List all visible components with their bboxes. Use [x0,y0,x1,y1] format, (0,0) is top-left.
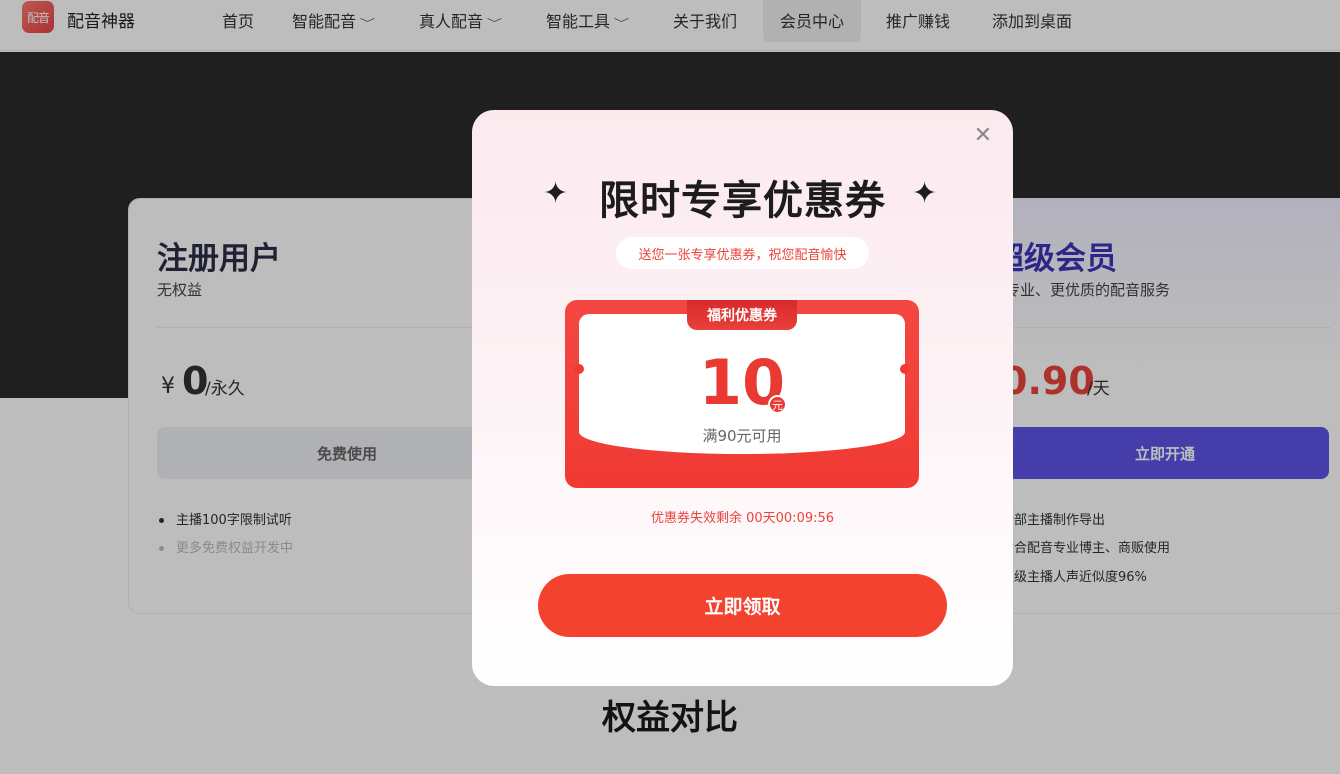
coupon-countdown: 优惠券失效剩余 00天00:09:56 [650,511,835,526]
claim-coupon-button[interactable]: 立即领取 [538,574,947,637]
coupon-tag: 福利优惠券 [687,300,797,330]
coupon-amount: 10 [698,346,786,419]
coupon-currency-badge: 元 [768,395,787,414]
coupon-modal: ✕ ✦ 限时专享优惠券 ✦ 送您一张专享优惠券，祝您配音愉快 福利优惠券 10 … [472,110,1013,686]
coupon-card: 福利优惠券 10 元 满90元可用 [565,300,919,488]
modal-subtitle: 送您一张专享优惠券，祝您配音愉快 [616,237,869,269]
sparkle-icon: ✦ [912,176,938,211]
coupon-condition: 满90元可用 [702,427,782,445]
close-icon[interactable]: ✕ [971,124,995,148]
